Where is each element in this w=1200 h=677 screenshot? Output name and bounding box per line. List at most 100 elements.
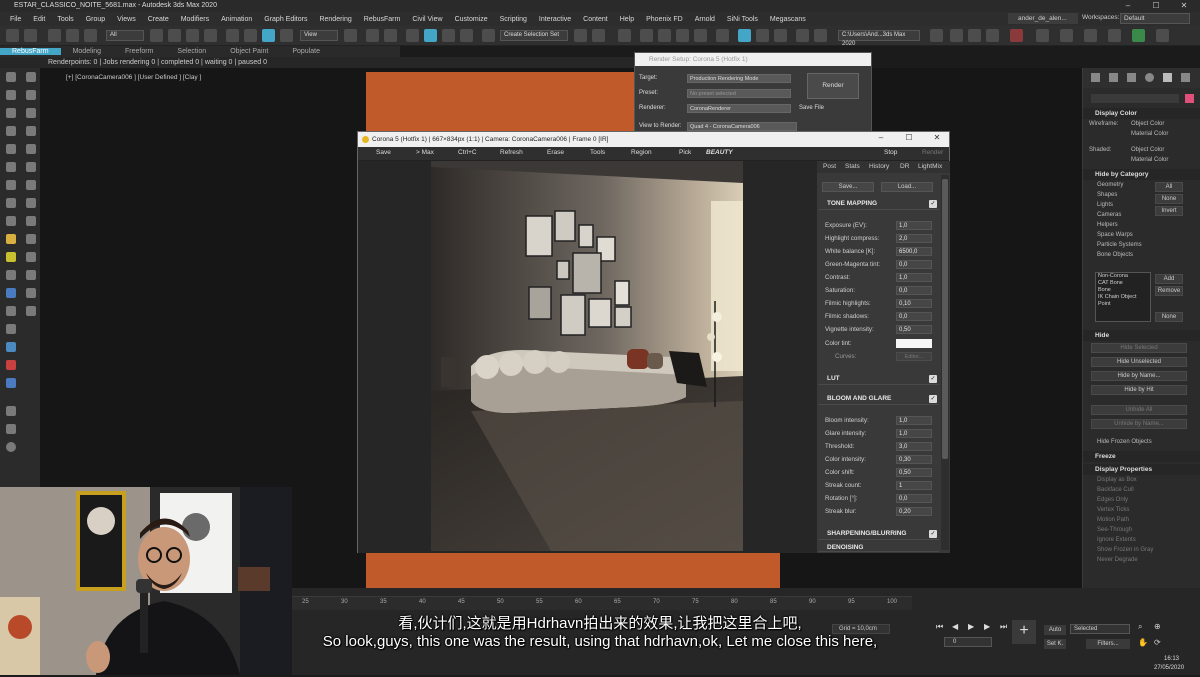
unlink-icon[interactable] <box>66 29 79 42</box>
array-icon[interactable] <box>26 270 36 280</box>
wire-material-color-radio[interactable]: Material Color <box>1131 129 1168 139</box>
drop-icon[interactable] <box>6 288 16 298</box>
color-shift-spinner[interactable]: 0,50 <box>896 468 932 477</box>
forest-icon[interactable] <box>1036 29 1049 42</box>
menu-rendering[interactable]: Rendering <box>313 16 357 23</box>
tab-rebusfarm[interactable]: RebusFarm <box>0 48 61 55</box>
render-blue-icon[interactable] <box>6 378 16 388</box>
display-as-box-checkbox[interactable]: Display as Box <box>1083 475 1200 485</box>
spinner-snap-icon[interactable] <box>460 29 473 42</box>
color-tint-swatch[interactable] <box>896 339 932 348</box>
menu-scripting[interactable]: Scripting <box>494 16 533 23</box>
light-icon[interactable] <box>968 29 981 42</box>
menu-create[interactable]: Create <box>142 16 175 23</box>
menu-civil-view[interactable]: Civil View <box>406 16 448 23</box>
shaded-object-color-radio[interactable]: Object Color <box>1131 145 1164 155</box>
show-frozen-gray-checkbox[interactable]: Show Frozen in Gray <box>1083 545 1200 555</box>
vfb-tab-lightmix[interactable]: LightMix <box>918 163 942 170</box>
create-circle-icon[interactable] <box>6 126 16 136</box>
filmic-shadows-spinner[interactable]: 0,0 <box>896 312 932 321</box>
filter-item[interactable]: Non-Corona <box>1096 273 1150 280</box>
hierarchy-tab-icon[interactable] <box>1127 73 1136 82</box>
hide-header[interactable]: Hide <box>1083 330 1200 341</box>
scatter-icon[interactable] <box>6 324 16 334</box>
pivot-icon[interactable] <box>344 29 357 42</box>
tyflow-icon[interactable] <box>1108 29 1121 42</box>
extrude-icon[interactable] <box>6 144 16 154</box>
vfb-panel-scrollbar[interactable] <box>941 175 949 550</box>
sweep-icon[interactable] <box>6 216 16 226</box>
menu-content[interactable]: Content <box>577 16 614 23</box>
object-name-field[interactable] <box>1091 94 1179 103</box>
create-plane-icon[interactable] <box>26 90 36 100</box>
create-tab-icon[interactable] <box>1091 73 1100 82</box>
tab-object-paint[interactable]: Object Paint <box>218 48 280 55</box>
vfb-region-button[interactable]: Region <box>631 149 652 156</box>
menu-tools[interactable]: Tools <box>51 16 79 23</box>
vfb-save-button[interactable]: Save <box>376 149 391 156</box>
vfb-close-icon[interactable]: ✕ <box>930 133 944 146</box>
filter-item[interactable]: IK Chain Object <box>1096 294 1150 301</box>
sphere-icon[interactable] <box>1084 29 1097 42</box>
green-magenta-spinner[interactable]: 0,0 <box>896 260 932 269</box>
scale-icon[interactable] <box>262 29 275 42</box>
streak-blur-spinner[interactable]: 0,20 <box>896 507 932 516</box>
bind-spacewarp-icon[interactable] <box>84 29 97 42</box>
white-balance-spinner[interactable]: 6500,0 <box>896 247 932 256</box>
utilities-tab-icon[interactable] <box>1181 73 1190 82</box>
menu-animation[interactable]: Animation <box>215 16 258 23</box>
ignore-extents-checkbox[interactable]: Ignore Extents <box>1083 535 1200 545</box>
unhide-all-button[interactable]: Unhide All <box>1091 405 1187 415</box>
plugin-green-icon[interactable] <box>1132 29 1145 42</box>
tab-modeling[interactable]: Modeling <box>61 48 113 55</box>
vfb-render-button[interactable]: Render <box>922 149 943 156</box>
vfb-post-save-button[interactable]: Save... <box>822 182 874 192</box>
time-ruler[interactable]: 25 30 35 40 45 50 55 60 65 70 75 80 85 9… <box>292 596 912 610</box>
plugin-icon[interactable] <box>1156 29 1169 42</box>
hide-by-hit-button[interactable]: Hide by Hit <box>1091 385 1187 395</box>
display-tab-icon[interactable] <box>1163 73 1172 82</box>
vertex-ticks-checkbox[interactable]: Vertex Ticks <box>1083 505 1200 515</box>
vfb-pick-button[interactable]: Pick <box>679 149 691 156</box>
undo-icon[interactable] <box>6 29 19 42</box>
render-production-icon[interactable] <box>774 29 787 42</box>
render-in-cloud-icon[interactable] <box>814 29 827 42</box>
create-box-icon[interactable] <box>6 72 16 82</box>
shell-icon[interactable] <box>6 180 16 190</box>
sharpening-checkbox[interactable]: ✓ <box>929 530 937 538</box>
project-path-field[interactable]: C:\Users\And...3ds Max 2020 <box>838 30 920 47</box>
sun-icon[interactable] <box>26 234 36 244</box>
modify-tab-icon[interactable] <box>1109 73 1118 82</box>
select-manipulate-icon[interactable] <box>366 29 379 42</box>
percent-snap-icon[interactable] <box>442 29 455 42</box>
viewport-label[interactable]: [+] [CoronaCamera006 ] [User Defined ] [… <box>66 74 201 81</box>
link-icon[interactable] <box>48 29 61 42</box>
filter-none-button[interactable]: None <box>1155 312 1183 322</box>
vignette-spinner[interactable]: 0,50 <box>896 325 932 334</box>
shaded-material-color-radio[interactable]: Material Color <box>1131 155 1168 165</box>
railclone-icon[interactable] <box>1060 29 1073 42</box>
mirror-icon[interactable] <box>574 29 587 42</box>
menu-group[interactable]: Group <box>80 16 111 23</box>
sharpening-header[interactable]: SHARPENING/BLURRING <box>819 528 939 540</box>
color-swatch-icon[interactable] <box>6 360 16 370</box>
tab-selection[interactable]: Selection <box>165 48 218 55</box>
bend-icon[interactable] <box>26 198 36 208</box>
curves-editor-button[interactable]: Editor... <box>896 352 932 361</box>
vfb-stop-button[interactable]: Stop <box>884 149 897 156</box>
edit-named-selection-icon[interactable] <box>482 29 495 42</box>
tab-populate[interactable]: Populate <box>280 48 332 55</box>
user-account[interactable]: ander_de_alen... <box>1008 13 1078 24</box>
filter-list[interactable]: Non-Corona CAT Bone Bone IK Chain Object… <box>1095 272 1151 322</box>
uvw-map-icon[interactable] <box>6 162 16 172</box>
vfb-tab-post[interactable]: Post <box>823 163 836 170</box>
denoising-header[interactable]: DENOISING <box>819 544 939 552</box>
snaps-toggle-icon[interactable] <box>406 29 419 42</box>
filter-remove-button[interactable]: Remove <box>1155 286 1183 296</box>
category-helpers[interactable]: Helpers <box>1083 220 1200 230</box>
named-selection-dropdown[interactable]: Create Selection Set <box>500 30 568 41</box>
create-cylinder-icon[interactable] <box>6 90 16 100</box>
menu-graph-editors[interactable]: Graph Editors <box>258 16 313 23</box>
motion-tab-icon[interactable] <box>1145 73 1154 82</box>
category-none-button[interactable]: None <box>1155 194 1183 204</box>
